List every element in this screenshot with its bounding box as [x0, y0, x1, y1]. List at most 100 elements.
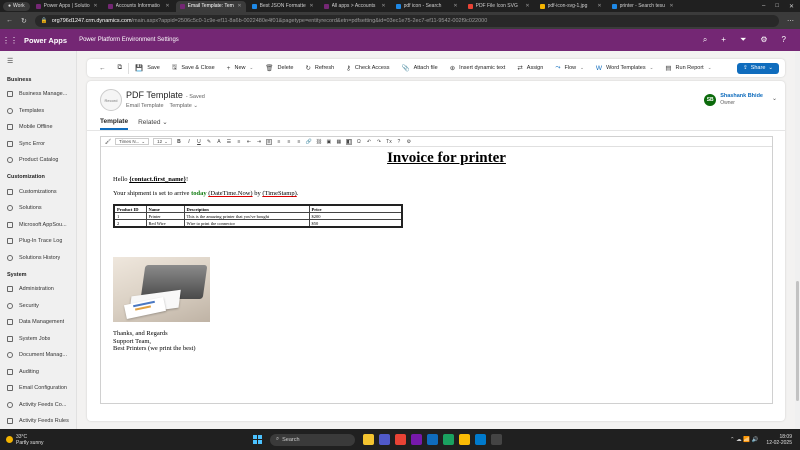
- edge-icon[interactable]: [443, 434, 454, 445]
- share-button[interactable]: ⇪ Share ⌄: [737, 62, 779, 74]
- format-painter-icon[interactable]: 🖌: [105, 139, 111, 145]
- sidebar-item[interactable]: Data Management: [0, 314, 76, 331]
- browser-tab[interactable]: All apps > Accounts ✕: [320, 1, 390, 12]
- app-launcher-icon[interactable]: ⋮⋮: [0, 36, 20, 45]
- close-tab-icon[interactable]: ✕: [453, 3, 457, 9]
- close-tab-icon[interactable]: ✕: [309, 3, 313, 9]
- popout-button[interactable]: ⧉: [112, 59, 129, 77]
- assign-button[interactable]: ⇄ Assign: [511, 59, 549, 77]
- sidebar-item[interactable]: Solutions History: [0, 250, 76, 267]
- clear-format-icon[interactable]: Tx: [386, 139, 392, 145]
- word-templates-button[interactable]: W Word Templates ⌄: [590, 59, 659, 77]
- browser-tab[interactable]: PDF File Icon SVG ✕: [464, 1, 534, 12]
- attach-file-button[interactable]: 📎 Attach file: [395, 59, 443, 77]
- tab-related[interactable]: Related ⌄: [138, 118, 168, 130]
- numbered-list-icon[interactable]: ≡: [236, 139, 242, 145]
- chrome-icon[interactable]: [459, 434, 470, 445]
- browser-tab[interactable]: Email Template: Tem ✕: [175, 0, 246, 12]
- sidebar-item[interactable]: Security: [0, 298, 76, 315]
- close-tab-icon[interactable]: ✕: [597, 3, 601, 9]
- back-button[interactable]: ←: [93, 59, 112, 77]
- bullet-list-icon[interactable]: ☰: [226, 139, 232, 145]
- windows-start-icon[interactable]: [253, 435, 262, 444]
- sidebar-item[interactable]: Mobile Offline: [0, 119, 76, 136]
- weather-widget[interactable]: 33°C Partly sunny: [0, 434, 120, 446]
- minimize-icon[interactable]: –: [762, 3, 765, 10]
- font-family-select[interactable]: Times N... ⌄: [115, 138, 150, 145]
- browser-tab[interactable]: printer - Search tesu ✕: [608, 1, 678, 12]
- browser-tab[interactable]: Best JSON Formatte ✕: [248, 1, 318, 12]
- delete-button[interactable]: 🗑 Delete: [259, 59, 299, 77]
- record-image-icon[interactable]: Record: [100, 89, 122, 111]
- address-bar[interactable]: 🔒 org796d1247.crm.dynamics.com /main.asp…: [34, 14, 779, 27]
- sidebar-item[interactable]: Microsoft AppSou...: [0, 217, 76, 234]
- filter-icon[interactable]: ⏷: [740, 35, 746, 45]
- browser-tab[interactable]: Power Apps | Solutio ✕: [32, 1, 102, 12]
- sidebar-item[interactable]: Document Manag...: [0, 347, 76, 364]
- align-right-icon[interactable]: ≡: [286, 139, 292, 145]
- tab-template[interactable]: Template: [100, 118, 129, 130]
- decrease-indent-icon[interactable]: ⇤: [246, 139, 252, 145]
- close-tab-icon[interactable]: ✕: [237, 3, 241, 9]
- back-icon[interactable]: ←: [6, 17, 13, 24]
- sidebar-item[interactable]: Plug-In Trace Log: [0, 233, 76, 250]
- browser-tab[interactable]: pdf icon - Search ✕: [392, 1, 462, 12]
- sidebar-item[interactable]: Auditing: [0, 364, 76, 381]
- owner-name[interactable]: Shashank Bhide: [720, 93, 763, 99]
- link-icon[interactable]: 🔗: [306, 139, 312, 145]
- help-icon[interactable]: ?: [396, 139, 402, 145]
- close-window-icon[interactable]: ✕: [789, 3, 794, 10]
- underline-icon[interactable]: U: [196, 139, 202, 145]
- increase-indent-icon[interactable]: ⇥: [256, 139, 262, 145]
- close-tab-icon[interactable]: ✕: [165, 3, 169, 9]
- scrollbar-thumb[interactable]: [796, 281, 799, 401]
- sidebar-item[interactable]: Activity Feeds Co...: [0, 397, 76, 414]
- bold-icon[interactable]: B: [176, 139, 182, 145]
- refresh-button[interactable]: ↻ Refresh: [299, 59, 340, 77]
- align-left-icon[interactable]: ≡: [265, 138, 272, 145]
- owner-field[interactable]: SB Shashank Bhide Owner: [704, 93, 763, 106]
- source-icon[interactable]: ◧: [345, 138, 352, 145]
- close-tab-icon[interactable]: ✕: [381, 3, 385, 9]
- browser-tab[interactable]: Accounts Informatio ✕: [104, 1, 174, 12]
- settings-icon[interactable]: ⚙: [406, 139, 412, 145]
- help-icon[interactable]: ?: [782, 35, 786, 45]
- sidebar-item[interactable]: System Jobs: [0, 331, 76, 348]
- align-center-icon[interactable]: ≡: [276, 139, 282, 145]
- new-button[interactable]: + New ⌄: [221, 59, 260, 77]
- app-name[interactable]: Power Apps: [24, 36, 67, 45]
- clock[interactable]: 18:09 12-02-2025: [766, 434, 792, 446]
- image-icon[interactable]: ▣: [326, 139, 332, 145]
- sidebar-item[interactable]: Sync Error: [0, 136, 76, 153]
- insert-dynamic-text-button[interactable]: ⊕ Insert dynamic text: [444, 59, 512, 77]
- undo-icon[interactable]: ↶: [366, 139, 372, 145]
- flow-button[interactable]: ⤳ Flow ⌄: [549, 59, 590, 77]
- refresh-page-icon[interactable]: ↻: [21, 17, 27, 25]
- outlook-icon[interactable]: [427, 434, 438, 445]
- expand-header-icon[interactable]: ⌄: [772, 95, 777, 102]
- page-scrollbar[interactable]: [795, 51, 800, 429]
- check-access-button[interactable]: ⚷ Check Access: [340, 59, 395, 77]
- run-report-button[interactable]: ▤ Run Report ⌄: [659, 59, 717, 77]
- special-char-icon[interactable]: Ω: [356, 139, 362, 145]
- font-size-select[interactable]: 12 ⌄: [153, 138, 172, 145]
- browser-tab[interactable]: pdf-icon-svg-1.jpg ✕: [536, 1, 606, 12]
- search-icon[interactable]: ⌕: [703, 35, 707, 45]
- unlink-icon[interactable]: ⛓: [316, 139, 322, 145]
- maximize-icon[interactable]: □: [775, 3, 779, 10]
- file-explorer-icon[interactable]: [363, 434, 374, 445]
- form-selector[interactable]: Template ⌄: [170, 103, 198, 109]
- printer-image[interactable]: [113, 257, 210, 322]
- store-icon[interactable]: [395, 434, 406, 445]
- gear-icon[interactable]: ⚙: [760, 35, 767, 45]
- highlight-icon[interactable]: ✎: [206, 139, 212, 145]
- table-icon[interactable]: ▦: [336, 139, 342, 145]
- sidebar-item[interactable]: Activity Feeds Rules: [0, 413, 76, 429]
- close-tab-icon[interactable]: ✕: [93, 3, 97, 9]
- sidebar-item[interactable]: Business Manage...: [0, 86, 76, 103]
- vscode-icon[interactable]: [475, 434, 486, 445]
- save-close-button[interactable]: 🖫 Save & Close: [166, 59, 221, 77]
- taskbar-search[interactable]: ⌕ Search: [270, 433, 355, 446]
- plus-icon[interactable]: +: [721, 35, 726, 45]
- justify-icon[interactable]: ≡: [296, 139, 302, 145]
